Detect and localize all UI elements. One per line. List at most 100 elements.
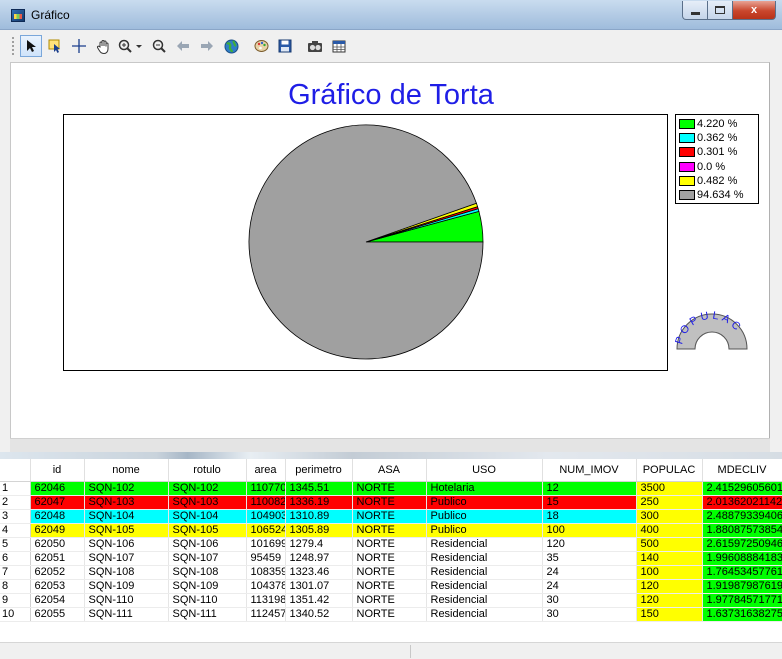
table-cell[interactable]: 30 bbox=[542, 607, 637, 622]
table-row[interactable]: 7 62052 SQN-108 SQN-108 108359 1323.46 NORTE Re… bbox=[0, 565, 782, 580]
table-cell[interactable]: 2.415296056017 bbox=[702, 481, 782, 496]
table-cell[interactable]: 100 bbox=[542, 523, 637, 538]
column-header[interactable]: ASA bbox=[352, 459, 427, 482]
table-cell[interactable]: 95459 bbox=[246, 551, 286, 566]
table-cell[interactable]: 1336.19 bbox=[285, 495, 353, 510]
table-cell[interactable]: SQN-105 bbox=[168, 523, 247, 538]
column-header[interactable]: perimetro bbox=[285, 459, 353, 482]
table-cell[interactable]: SQN-108 bbox=[168, 565, 247, 580]
column-header[interactable]: nome bbox=[84, 459, 169, 482]
table-cell[interactable]: 62053 bbox=[30, 579, 85, 594]
table-cell[interactable]: 1.919879876192 bbox=[702, 579, 782, 594]
table-cell[interactable]: SQN-107 bbox=[168, 551, 247, 566]
table-cell[interactable]: 18 bbox=[542, 509, 637, 524]
column-header[interactable]: NUM_IMOV bbox=[542, 459, 637, 482]
column-header[interactable]: MDECLIV bbox=[702, 459, 782, 482]
back-tool[interactable] bbox=[172, 35, 194, 57]
table-row[interactable]: 2 62047 SQN-103 SQN-103 110082 1336.19 NORTE Pu… bbox=[0, 495, 782, 510]
table-cell[interactable]: NORTE bbox=[352, 551, 427, 566]
table-cell[interactable]: Residencial bbox=[426, 551, 543, 566]
table-cell[interactable]: 250 bbox=[636, 495, 703, 510]
table-cell[interactable]: 120 bbox=[636, 579, 703, 594]
table-cell[interactable]: SQN-103 bbox=[168, 495, 247, 510]
table-cell[interactable]: 2.013620211428 bbox=[702, 495, 782, 510]
column-header[interactable]: area bbox=[246, 459, 286, 482]
table-cell[interactable]: 62054 bbox=[30, 593, 85, 608]
table-cell[interactable]: NORTE bbox=[352, 537, 427, 552]
table-row[interactable]: 5 62050 SQN-106 SQN-106 101699 1279.4 NORTE Res… bbox=[0, 537, 782, 552]
table-cell[interactable]: NORTE bbox=[352, 579, 427, 594]
table-cell[interactable]: 1.764534577613 bbox=[702, 565, 782, 580]
table-cell[interactable]: SQN-103 bbox=[84, 495, 169, 510]
table-cell[interactable]: 24 bbox=[542, 579, 637, 594]
table-cell[interactable]: Residencial bbox=[426, 579, 543, 594]
table-cell[interactable]: 1.97784571771 bbox=[702, 593, 782, 608]
table-cell[interactable]: 1340.52 bbox=[285, 607, 353, 622]
table-cell[interactable]: 62050 bbox=[30, 537, 85, 552]
table-cell[interactable]: 62048 bbox=[30, 509, 85, 524]
table-cell[interactable]: SQN-106 bbox=[168, 537, 247, 552]
row-number[interactable]: 9 bbox=[0, 593, 31, 608]
camera-tool[interactable] bbox=[304, 35, 326, 57]
palette-tool[interactable] bbox=[250, 35, 272, 57]
select-feature-tool[interactable] bbox=[44, 35, 66, 57]
table-cell[interactable]: SQN-110 bbox=[84, 593, 169, 608]
pan-tool[interactable] bbox=[92, 35, 114, 57]
table-row[interactable]: 3 62048 SQN-104 SQN-104 104903 1310.89 NORTE Pu… bbox=[0, 509, 782, 524]
graph-area[interactable]: Gráfico de Torta 4.220 % 0.362 % 0.301 % 0.… bbox=[10, 62, 770, 439]
table-row[interactable]: 6 62051 SQN-107 SQN-107 95459 1248.97 NORTE Res… bbox=[0, 551, 782, 566]
table-cell[interactable]: 30 bbox=[542, 593, 637, 608]
row-number[interactable]: 1 bbox=[0, 481, 31, 496]
column-header[interactable]: POPULAC bbox=[636, 459, 703, 482]
table-cell[interactable]: NORTE bbox=[352, 509, 427, 524]
column-header[interactable]: rotulo bbox=[168, 459, 247, 482]
row-number[interactable]: 2 bbox=[0, 495, 31, 510]
table-cell[interactable]: NORTE bbox=[352, 565, 427, 580]
row-number[interactable]: 6 bbox=[0, 551, 31, 566]
save-tool[interactable] bbox=[274, 35, 296, 57]
table-cell[interactable]: 62049 bbox=[30, 523, 85, 538]
table-cell[interactable]: 113198 bbox=[246, 593, 286, 608]
table-cell[interactable]: 12 bbox=[542, 481, 637, 496]
table-cell[interactable]: SQN-108 bbox=[84, 565, 169, 580]
table-cell[interactable]: Publico bbox=[426, 523, 543, 538]
title-bar[interactable]: Gráfico x bbox=[0, 0, 782, 30]
table-cell[interactable]: 120 bbox=[542, 537, 637, 552]
table-cell[interactable]: 35 bbox=[542, 551, 637, 566]
table-row[interactable]: 8 62053 SQN-109 SQN-109 104378 1301.07 NORTE Re… bbox=[0, 579, 782, 594]
table-cell[interactable]: SQN-104 bbox=[168, 509, 247, 524]
table-cell[interactable]: 62055 bbox=[30, 607, 85, 622]
close-button[interactable]: x bbox=[733, 1, 776, 20]
table-row[interactable]: 4 62049 SQN-105 SQN-105 106524 1305.89 NORTE Pu… bbox=[0, 523, 782, 538]
table-cell[interactable]: 24 bbox=[542, 565, 637, 580]
table-cell[interactable]: 140 bbox=[636, 551, 703, 566]
table-cell[interactable]: 1.996088841839 bbox=[702, 551, 782, 566]
table-cell[interactable]: 104903 bbox=[246, 509, 286, 524]
table-cell[interactable]: Residencial bbox=[426, 565, 543, 580]
column-header[interactable]: id bbox=[30, 459, 85, 482]
table-cell[interactable]: 1248.97 bbox=[285, 551, 353, 566]
table-cell[interactable]: 112457 bbox=[246, 607, 286, 622]
table-cell[interactable]: SQN-105 bbox=[84, 523, 169, 538]
table-cell[interactable]: 100 bbox=[636, 565, 703, 580]
maximize-button[interactable] bbox=[708, 1, 733, 20]
table-cell[interactable]: SQN-102 bbox=[168, 481, 247, 496]
table-cell[interactable]: 120 bbox=[636, 593, 703, 608]
table-cell[interactable]: 15 bbox=[542, 495, 637, 510]
table-cell[interactable]: SQN-109 bbox=[84, 579, 169, 594]
table-row[interactable]: 9 62054 SQN-110 SQN-110 113198 1351.42 NORTE Re… bbox=[0, 593, 782, 608]
table-cell[interactable]: 1323.46 bbox=[285, 565, 353, 580]
table-cell[interactable]: 1279.4 bbox=[285, 537, 353, 552]
table-cell[interactable]: 62052 bbox=[30, 565, 85, 580]
table-cell[interactable]: SQN-102 bbox=[84, 481, 169, 496]
table-cell[interactable]: NORTE bbox=[352, 481, 427, 496]
crosshair-tool[interactable] bbox=[68, 35, 90, 57]
zoom-out-tool[interactable] bbox=[148, 35, 170, 57]
table-cell[interactable]: 62047 bbox=[30, 495, 85, 510]
row-number[interactable]: 5 bbox=[0, 537, 31, 552]
horizontal-scrollbar[interactable] bbox=[0, 452, 782, 459]
minimize-button[interactable] bbox=[682, 1, 708, 20]
table-cell[interactable]: 110770 bbox=[246, 481, 286, 496]
table-tool[interactable] bbox=[328, 35, 350, 57]
table-cell[interactable]: 300 bbox=[636, 509, 703, 524]
